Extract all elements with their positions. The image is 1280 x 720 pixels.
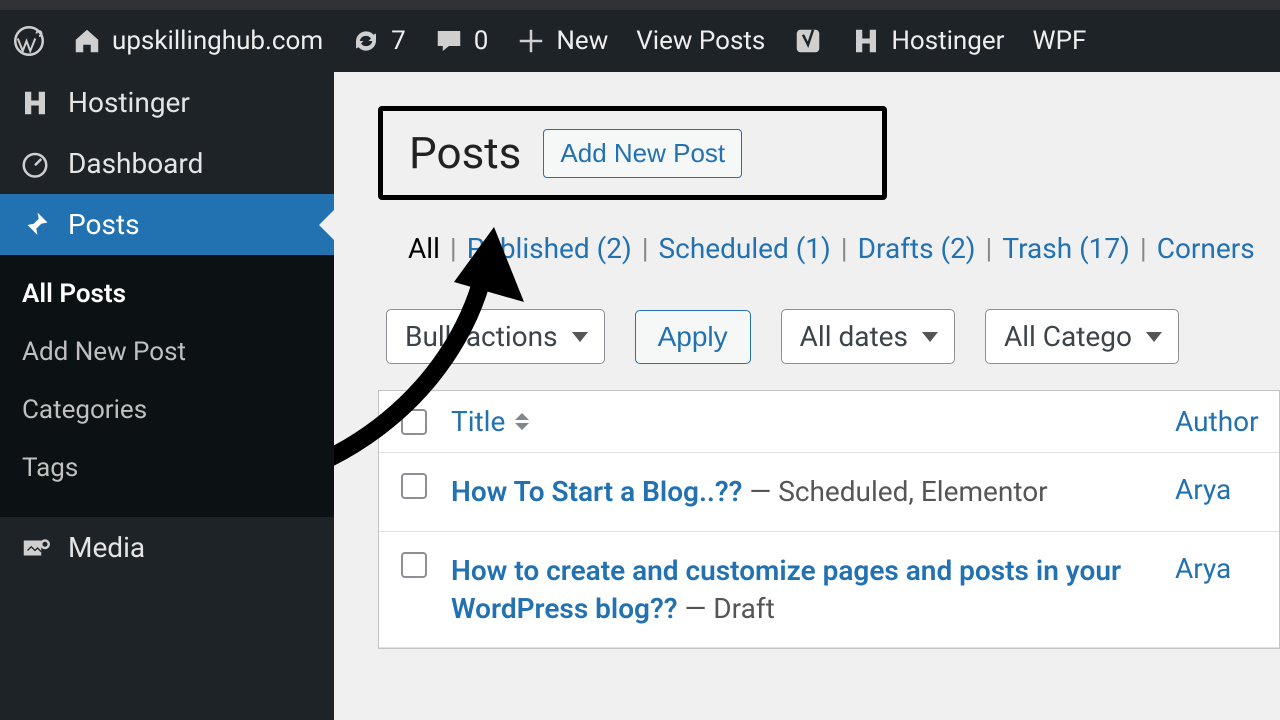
apply-button[interactable]: Apply	[635, 310, 751, 364]
post-meta: — Draft	[678, 592, 775, 625]
table-row: How to create and customize pages and po…	[379, 532, 1279, 649]
viewposts-label: View Posts	[636, 26, 765, 56]
status-published[interactable]: Published (2)	[467, 232, 632, 265]
categories-select[interactable]: All Catego	[985, 309, 1179, 364]
sidebar-label: Dashboard	[68, 147, 203, 180]
page-header-highlight: Posts Add New Post	[378, 106, 887, 200]
comments-count: 0	[474, 26, 489, 56]
media-icon	[20, 533, 50, 563]
filter-row: Bulk actions Apply All dates All Catego	[386, 309, 1280, 364]
yoast-icon	[793, 26, 823, 56]
main-content: Posts Add New Post All | Published (2) |…	[334, 72, 1280, 720]
hostinger-icon	[20, 88, 50, 118]
add-new-post-button[interactable]: Add New Post	[543, 129, 742, 178]
col-title[interactable]: Title	[451, 405, 1151, 438]
post-author-link[interactable]: Arya	[1175, 473, 1280, 506]
yoast-link[interactable]	[793, 26, 823, 56]
sidebar-item-posts[interactable]: Posts	[0, 194, 334, 255]
sort-icon	[515, 413, 529, 430]
admin-bar: upskillinghub.com 7 0 New View Posts Hos…	[0, 10, 1280, 72]
status-cornerstone[interactable]: Corners	[1157, 232, 1255, 265]
post-title-link[interactable]: How to create and customize pages and po…	[451, 554, 1121, 625]
post-title-link[interactable]: How To Start a Blog..??	[451, 475, 742, 508]
row-checkbox[interactable]	[401, 552, 427, 578]
table-row: How To Start a Blog..?? — Scheduled, Ele…	[379, 453, 1279, 532]
wp-logo[interactable]	[14, 26, 44, 56]
submenu-all-posts[interactable]: All Posts	[0, 265, 334, 323]
updates-count: 7	[391, 26, 406, 56]
sidebar-item-hostinger[interactable]: Hostinger	[0, 72, 334, 133]
home-icon	[72, 26, 102, 56]
status-filter-row: All | Published (2) | Scheduled (1) | Dr…	[408, 232, 1280, 265]
comments-link[interactable]: 0	[434, 26, 489, 56]
updates-link[interactable]: 7	[351, 26, 406, 56]
new-link[interactable]: New	[516, 26, 608, 56]
dashboard-icon	[20, 149, 50, 179]
post-meta: — Scheduled, Elementor	[742, 475, 1047, 508]
sidebar-item-dashboard[interactable]: Dashboard	[0, 133, 334, 194]
col-author[interactable]: Author	[1175, 405, 1280, 438]
hostinger-label: Hostinger	[891, 26, 1004, 56]
view-posts-link[interactable]: View Posts	[636, 26, 765, 56]
table-header: Title Author	[379, 391, 1279, 453]
bulk-actions-select[interactable]: Bulk actions	[386, 309, 605, 364]
sidebar-label: Hostinger	[68, 86, 190, 119]
sidebar-label: Media	[68, 531, 145, 564]
wordpress-icon	[14, 26, 44, 56]
hostinger-icon	[851, 26, 881, 56]
site-name: upskillinghub.com	[112, 26, 323, 56]
row-checkbox[interactable]	[401, 473, 427, 499]
browser-chrome	[0, 0, 1280, 10]
submenu-categories[interactable]: Categories	[0, 381, 334, 439]
sidebar-label: Posts	[68, 208, 140, 241]
hostinger-link[interactable]: Hostinger	[851, 26, 1004, 56]
admin-sidebar: Hostinger Dashboard Posts All Posts Add …	[0, 72, 334, 720]
new-label: New	[556, 26, 608, 56]
status-scheduled[interactable]: Scheduled (1)	[659, 232, 831, 265]
posts-submenu: All Posts Add New Post Categories Tags	[0, 255, 334, 517]
page-title: Posts	[409, 127, 521, 179]
select-all-checkbox[interactable]	[401, 409, 427, 435]
comment-icon	[434, 26, 464, 56]
posts-table: Title Author How To Start a Blog..?? — S…	[378, 390, 1280, 649]
status-all[interactable]: All	[408, 232, 440, 265]
dates-select[interactable]: All dates	[781, 309, 955, 364]
extra-label: WPF	[1033, 26, 1087, 56]
status-trash[interactable]: Trash (17)	[1002, 232, 1129, 265]
extra-link[interactable]: WPF	[1033, 26, 1087, 56]
sidebar-item-media[interactable]: Media	[0, 517, 334, 578]
submenu-tags[interactable]: Tags	[0, 439, 334, 497]
status-drafts[interactable]: Drafts (2)	[858, 232, 976, 265]
update-icon	[351, 26, 381, 56]
site-link[interactable]: upskillinghub.com	[72, 26, 323, 56]
submenu-add-new[interactable]: Add New Post	[0, 323, 334, 381]
post-author-link[interactable]: Arya	[1175, 552, 1280, 585]
pin-icon	[20, 210, 50, 240]
plus-icon	[516, 26, 546, 56]
